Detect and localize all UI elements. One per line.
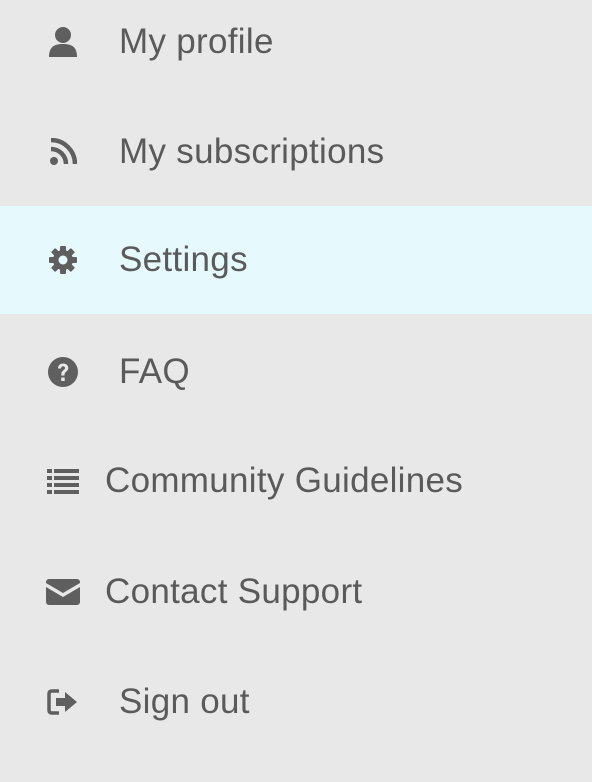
menu-item-label: FAQ [119,352,190,391]
menu-item-my-profile[interactable]: My profile [0,0,592,96]
menu-item-label: My subscriptions [119,132,385,171]
menu-item-label: My profile [119,22,274,61]
menu-item-sign-out[interactable]: Sign out [0,648,592,756]
menu-item-label: Contact Support [105,572,363,611]
menu-item-faq[interactable]: FAQ [0,318,592,426]
gear-icon [46,243,80,277]
menu-item-label: Sign out [119,682,250,721]
menu-item-settings[interactable]: Settings [0,206,592,314]
side-menu: My profile My subscriptions Settings FAQ… [0,0,592,782]
menu-item-contact-support[interactable]: Contact Support [0,538,592,646]
envelope-icon [46,575,80,609]
menu-item-community-guidelines[interactable]: Community Guidelines [0,427,592,535]
sign-out-icon [46,685,80,719]
menu-item-label: Settings [119,240,248,279]
rss-icon [46,135,80,169]
menu-item-my-subscriptions[interactable]: My subscriptions [0,98,592,206]
menu-item-label: Community Guidelines [105,461,464,500]
list-icon [46,464,80,498]
question-circle-icon [46,355,80,389]
user-icon [46,25,80,59]
